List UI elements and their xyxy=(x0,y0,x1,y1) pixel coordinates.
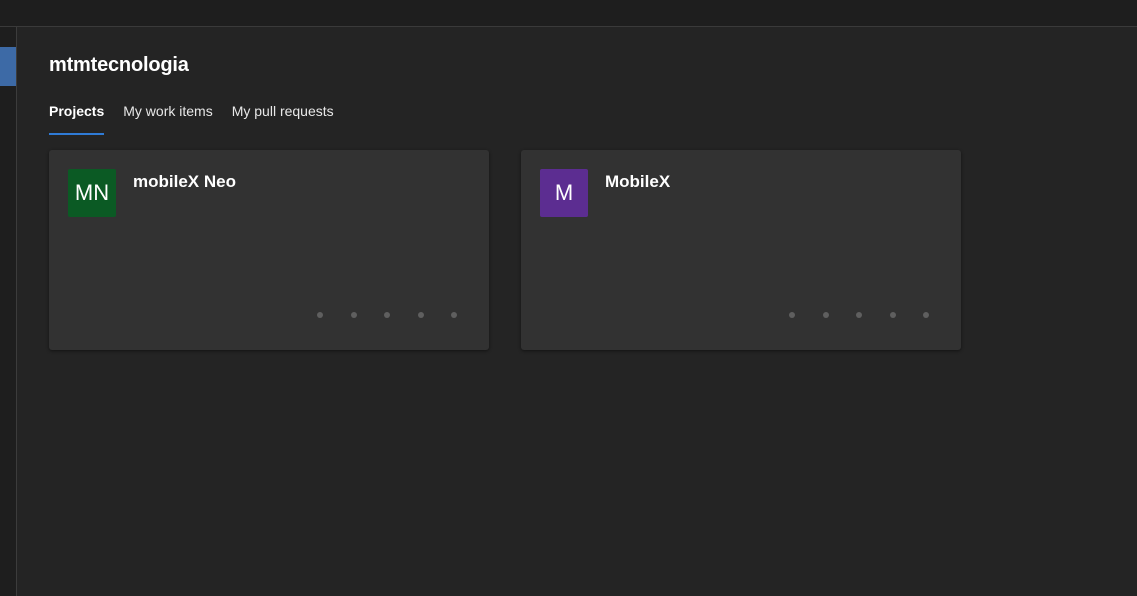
loading-dot xyxy=(822,312,829,318)
loading-dots xyxy=(317,310,457,320)
loading-dot xyxy=(350,312,357,318)
left-navigation-rail xyxy=(0,27,17,596)
loading-dot xyxy=(789,312,795,318)
project-name[interactable]: mobileX Neo xyxy=(133,172,236,192)
loading-dots xyxy=(789,310,929,320)
project-name[interactable]: MobileX xyxy=(605,172,670,192)
loading-dot xyxy=(317,312,323,318)
nav-selected-indicator[interactable] xyxy=(0,47,16,86)
loading-dot xyxy=(417,312,424,318)
tab-projects[interactable]: Projects xyxy=(49,101,105,135)
tab-my-pull-requests[interactable]: My pull requests xyxy=(232,101,334,135)
project-avatar: MN xyxy=(68,169,116,217)
loading-dot xyxy=(384,312,390,318)
loading-dot xyxy=(856,312,862,318)
top-bar xyxy=(0,0,1137,27)
loading-dot xyxy=(889,312,896,318)
tab-my-work-items[interactable]: My work items xyxy=(123,101,212,135)
loading-dot xyxy=(923,312,929,318)
loading-dot xyxy=(451,312,457,318)
project-card-mobilex-neo[interactable]: MN mobileX Neo xyxy=(49,150,489,350)
project-avatar: M xyxy=(540,169,588,217)
main-content: mtmtecnologia Projects My work items My … xyxy=(18,27,1137,596)
page-title: mtmtecnologia xyxy=(49,54,189,76)
project-card-mobilex[interactable]: M MobileX xyxy=(521,150,961,350)
tab-bar: Projects My work items My pull requests xyxy=(49,101,353,135)
